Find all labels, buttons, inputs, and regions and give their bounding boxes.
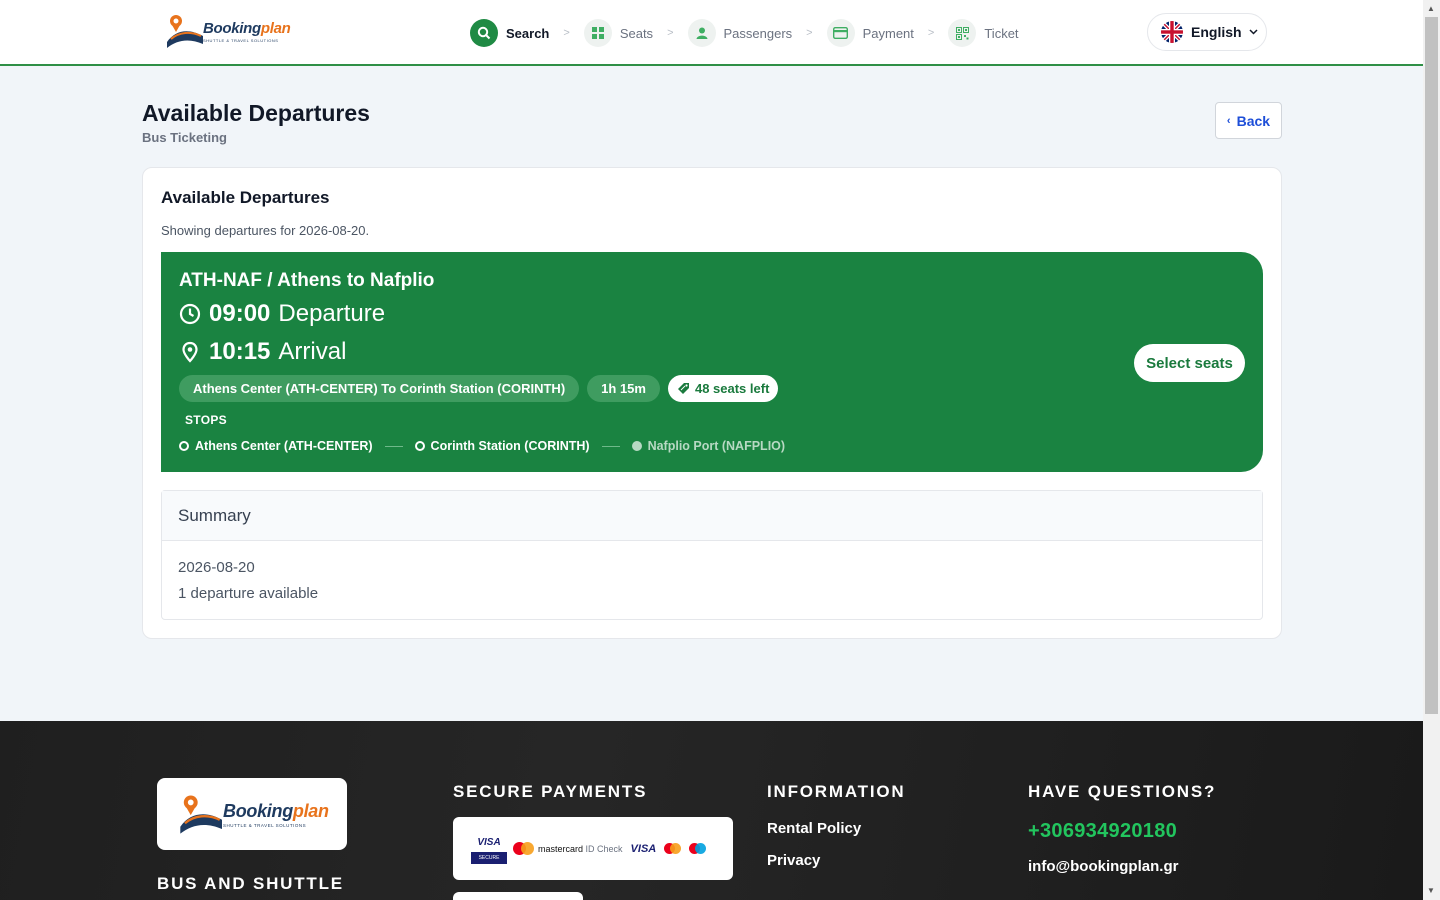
summary-panel: Summary 2026-08-20 1 departure available (161, 490, 1263, 620)
summary-heading: Summary (162, 491, 1262, 541)
footer-info-heading: INFORMATION (767, 782, 906, 801)
step-separator: > (927, 27, 935, 39)
select-seats-button[interactable]: Select seats (1134, 344, 1245, 382)
seats-left-text: 48 seats left (694, 381, 770, 396)
stops-label: STOPS (185, 413, 227, 427)
rental-policy-link[interactable]: Rental Policy (767, 820, 861, 837)
footer-questions-heading: HAVE QUESTIONS? (1028, 782, 1217, 801)
step-label: Payment (862, 25, 914, 41)
language-label: English (1191, 24, 1242, 40)
qr-code-icon (948, 19, 977, 47)
payment-methods-card: VISA SECURE mastercard ID Check VISA (453, 817, 733, 880)
arrival-time-row: 10:15 Arrival (179, 338, 346, 366)
scrollbar-thumb[interactable] (1425, 17, 1438, 714)
step-ticket[interactable]: Ticket (948, 19, 1019, 47)
departure-label: Departure (278, 300, 386, 327)
chevron-left-icon: ‹ (1226, 114, 1231, 127)
stop-connector (384, 445, 403, 447)
maestro-logo (689, 843, 707, 854)
contact-phone-link[interactable]: +306934920180 (1028, 820, 1177, 843)
payment-methods-card-secondary (453, 892, 583, 900)
step-separator: > (563, 27, 570, 39)
scroll-up-arrow-icon[interactable]: ▲ (1427, 4, 1435, 13)
back-button-label: Back (1236, 112, 1271, 129)
stop-dot-icon (631, 441, 642, 451)
seats-left-badge: 48 seats left (667, 375, 779, 402)
scroll-down-arrow-icon[interactable]: ▼ (1427, 886, 1435, 895)
credit-card-icon (826, 19, 855, 47)
logo-tagline: SHUTTLE & TRAVEL SOLUTIONS (223, 822, 307, 828)
route-name: ATH-NAF / Athens to Nafplio (179, 270, 435, 291)
step-label: Seats (619, 25, 654, 41)
arrival-time: 10:15 (209, 338, 271, 365)
footer-logo[interactable]: Bookingplan SHUTTLE & TRAVEL SOLUTIONS (157, 778, 347, 850)
clock-icon (179, 303, 201, 325)
page-title: Available Departures (142, 100, 370, 126)
step-payment[interactable]: Payment (826, 19, 914, 47)
stops-list: Athens Center (ATH-CENTER) Corinth Stati… (179, 439, 785, 453)
logo-tagline: SHUTTLE & TRAVEL SOLUTIONS (203, 37, 279, 43)
page-subtitle: Bus Ticketing (142, 130, 228, 145)
ticket-tag-icon (677, 383, 689, 394)
contact-email-link[interactable]: info@bookingplan.gr (1028, 858, 1178, 875)
map-pin-icon (182, 341, 198, 363)
stop-connector (601, 445, 620, 447)
summary-date: 2026-08-20 (178, 559, 255, 576)
chevron-down-icon (1249, 29, 1258, 35)
visa-logo: VISA (630, 842, 657, 855)
departure-time-row: 09:00 Departure (179, 300, 385, 328)
arrival-label: Arrival (278, 338, 347, 365)
duration-badge: 1h 15m (587, 375, 660, 402)
mastercard-small-logo (664, 843, 682, 854)
card-title: Available Departures (161, 188, 330, 207)
back-button[interactable]: ‹ Back (1215, 102, 1282, 139)
step-passengers[interactable]: Passengers (687, 19, 793, 47)
bus-logo-icon (180, 795, 222, 834)
departures-card: Available Departures Showing departures … (142, 167, 1282, 639)
segment-badge: Athens Center (ATH-CENTER) To Corinth St… (179, 375, 580, 402)
search-icon (470, 19, 498, 47)
user-icon (687, 19, 716, 47)
mastercard-logo (513, 842, 534, 855)
step-label: Search (506, 25, 550, 41)
step-separator: > (667, 27, 674, 39)
mastercard-id-check: mastercard ID Check (538, 843, 623, 854)
departure-time: 09:00 (209, 300, 271, 327)
departures-date-note: Showing departures for 2026-08-20. (161, 223, 370, 238)
uk-flag-icon (1161, 21, 1183, 43)
brand-logo[interactable]: Bookingplan SHUTTLE & TRAVEL SOLUTIONS (163, 10, 298, 52)
stop-dot-icon (179, 441, 189, 451)
logo-wordmark: Bookingplan (203, 19, 291, 37)
site-footer: Bookingplan SHUTTLE & TRAVEL SOLUTIONS B… (0, 721, 1423, 900)
departure-badges: Athens Center (ATH-CENTER) To Corinth St… (179, 375, 786, 402)
stop-item: Athens Center (ATH-CENTER) (179, 439, 373, 453)
seats-grid-icon (583, 19, 612, 47)
booking-steps: Search > Seats > Passengers > Payment > (470, 18, 1019, 48)
top-header: Bookingplan SHUTTLE & TRAVEL SOLUTIONS S… (0, 0, 1423, 66)
language-selector[interactable]: English (1147, 13, 1267, 51)
page-scrollbar[interactable]: ▲ ▼ (1423, 0, 1440, 900)
footer-brand-heading: BUS AND SHUTTLE (157, 874, 344, 893)
step-separator: > (806, 27, 813, 39)
stop-item: Nafplio Port (NAFPLIO) (631, 439, 785, 453)
stop-dot-icon (414, 441, 425, 451)
bus-logo-icon (167, 15, 203, 48)
privacy-link[interactable]: Privacy (767, 852, 820, 869)
step-seats[interactable]: Seats (583, 19, 654, 47)
footer-payments-heading: SECURE PAYMENTS (453, 782, 648, 801)
step-search[interactable]: Search (470, 19, 549, 47)
logo-wordmark: Bookingplan (223, 800, 329, 821)
visa-secure-logo: VISA SECURE (471, 834, 507, 864)
step-label: Ticket (984, 25, 1019, 41)
step-label: Passengers (723, 25, 793, 41)
stop-item: Corinth Station (CORINTH) (414, 439, 590, 453)
departure-item: ATH-NAF / Athens to Nafplio 09:00 Depart… (161, 252, 1263, 472)
summary-count: 1 departure available (178, 585, 319, 602)
